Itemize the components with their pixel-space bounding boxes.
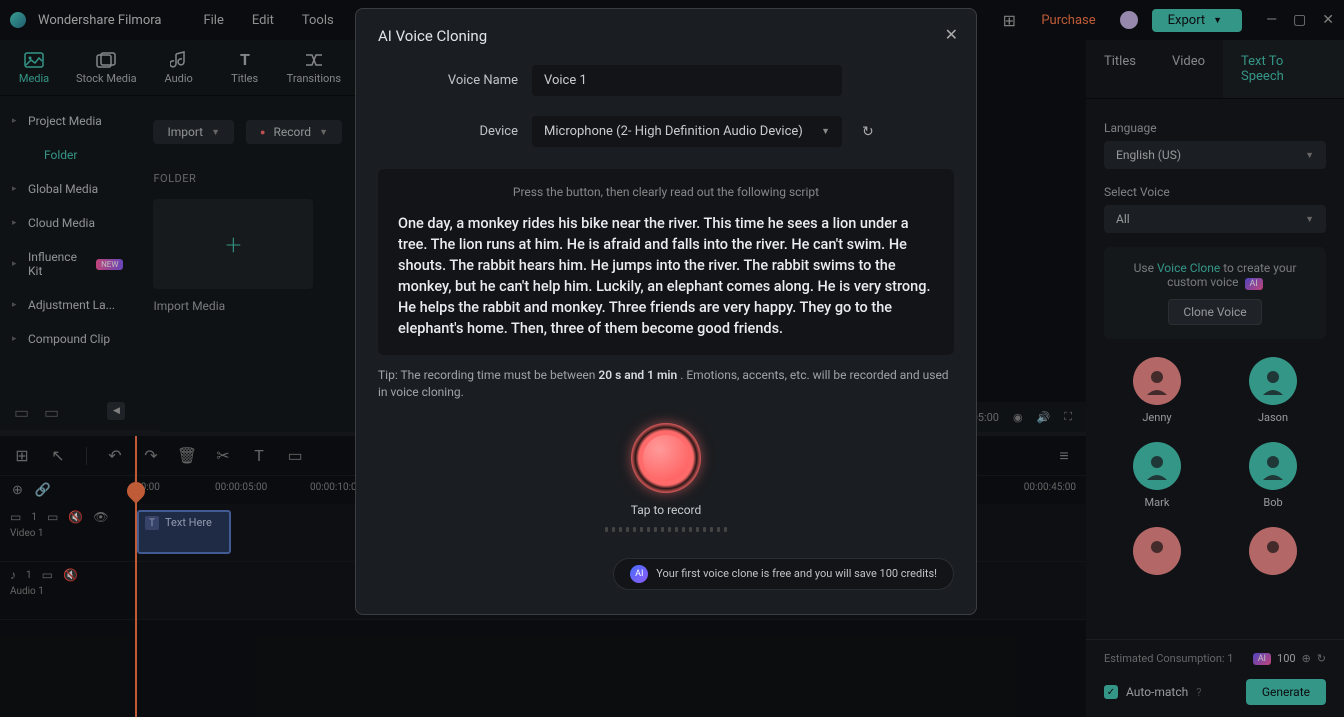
modal-title: AI Voice Cloning <box>378 27 954 45</box>
credit-banner: AI Your first voice clone is free and yo… <box>378 558 954 590</box>
voice-name-label: Voice Name <box>418 73 518 88</box>
credit-banner-pill: AI Your first voice clone is free and yo… <box>613 558 954 590</box>
voice-cloning-modal: AI Voice Cloning ✕ Voice Name Device Mic… <box>355 8 977 615</box>
chevron-down-icon: ▼ <box>821 126 830 137</box>
ai-dot-icon: AI <box>630 565 648 583</box>
waveform-icon <box>605 527 727 532</box>
modal-close-button[interactable]: ✕ <box>945 25 958 44</box>
record-button[interactable] <box>631 423 701 493</box>
script-instruction: Press the button, then clearly read out … <box>398 185 934 199</box>
device-select[interactable]: Microphone (2- High Definition Audio Dev… <box>532 116 842 147</box>
record-label: Tap to record <box>631 503 702 517</box>
device-label: Device <box>418 124 518 139</box>
script-text: One day, a monkey rides his bike near th… <box>398 213 934 339</box>
tip-text: Tip: The recording time must be between … <box>378 367 954 401</box>
voice-name-input[interactable] <box>532 65 842 96</box>
script-box: Press the button, then clearly read out … <box>378 169 954 355</box>
refresh-devices-icon[interactable]: ↻ <box>862 124 874 140</box>
record-area: Tap to record <box>378 423 954 532</box>
